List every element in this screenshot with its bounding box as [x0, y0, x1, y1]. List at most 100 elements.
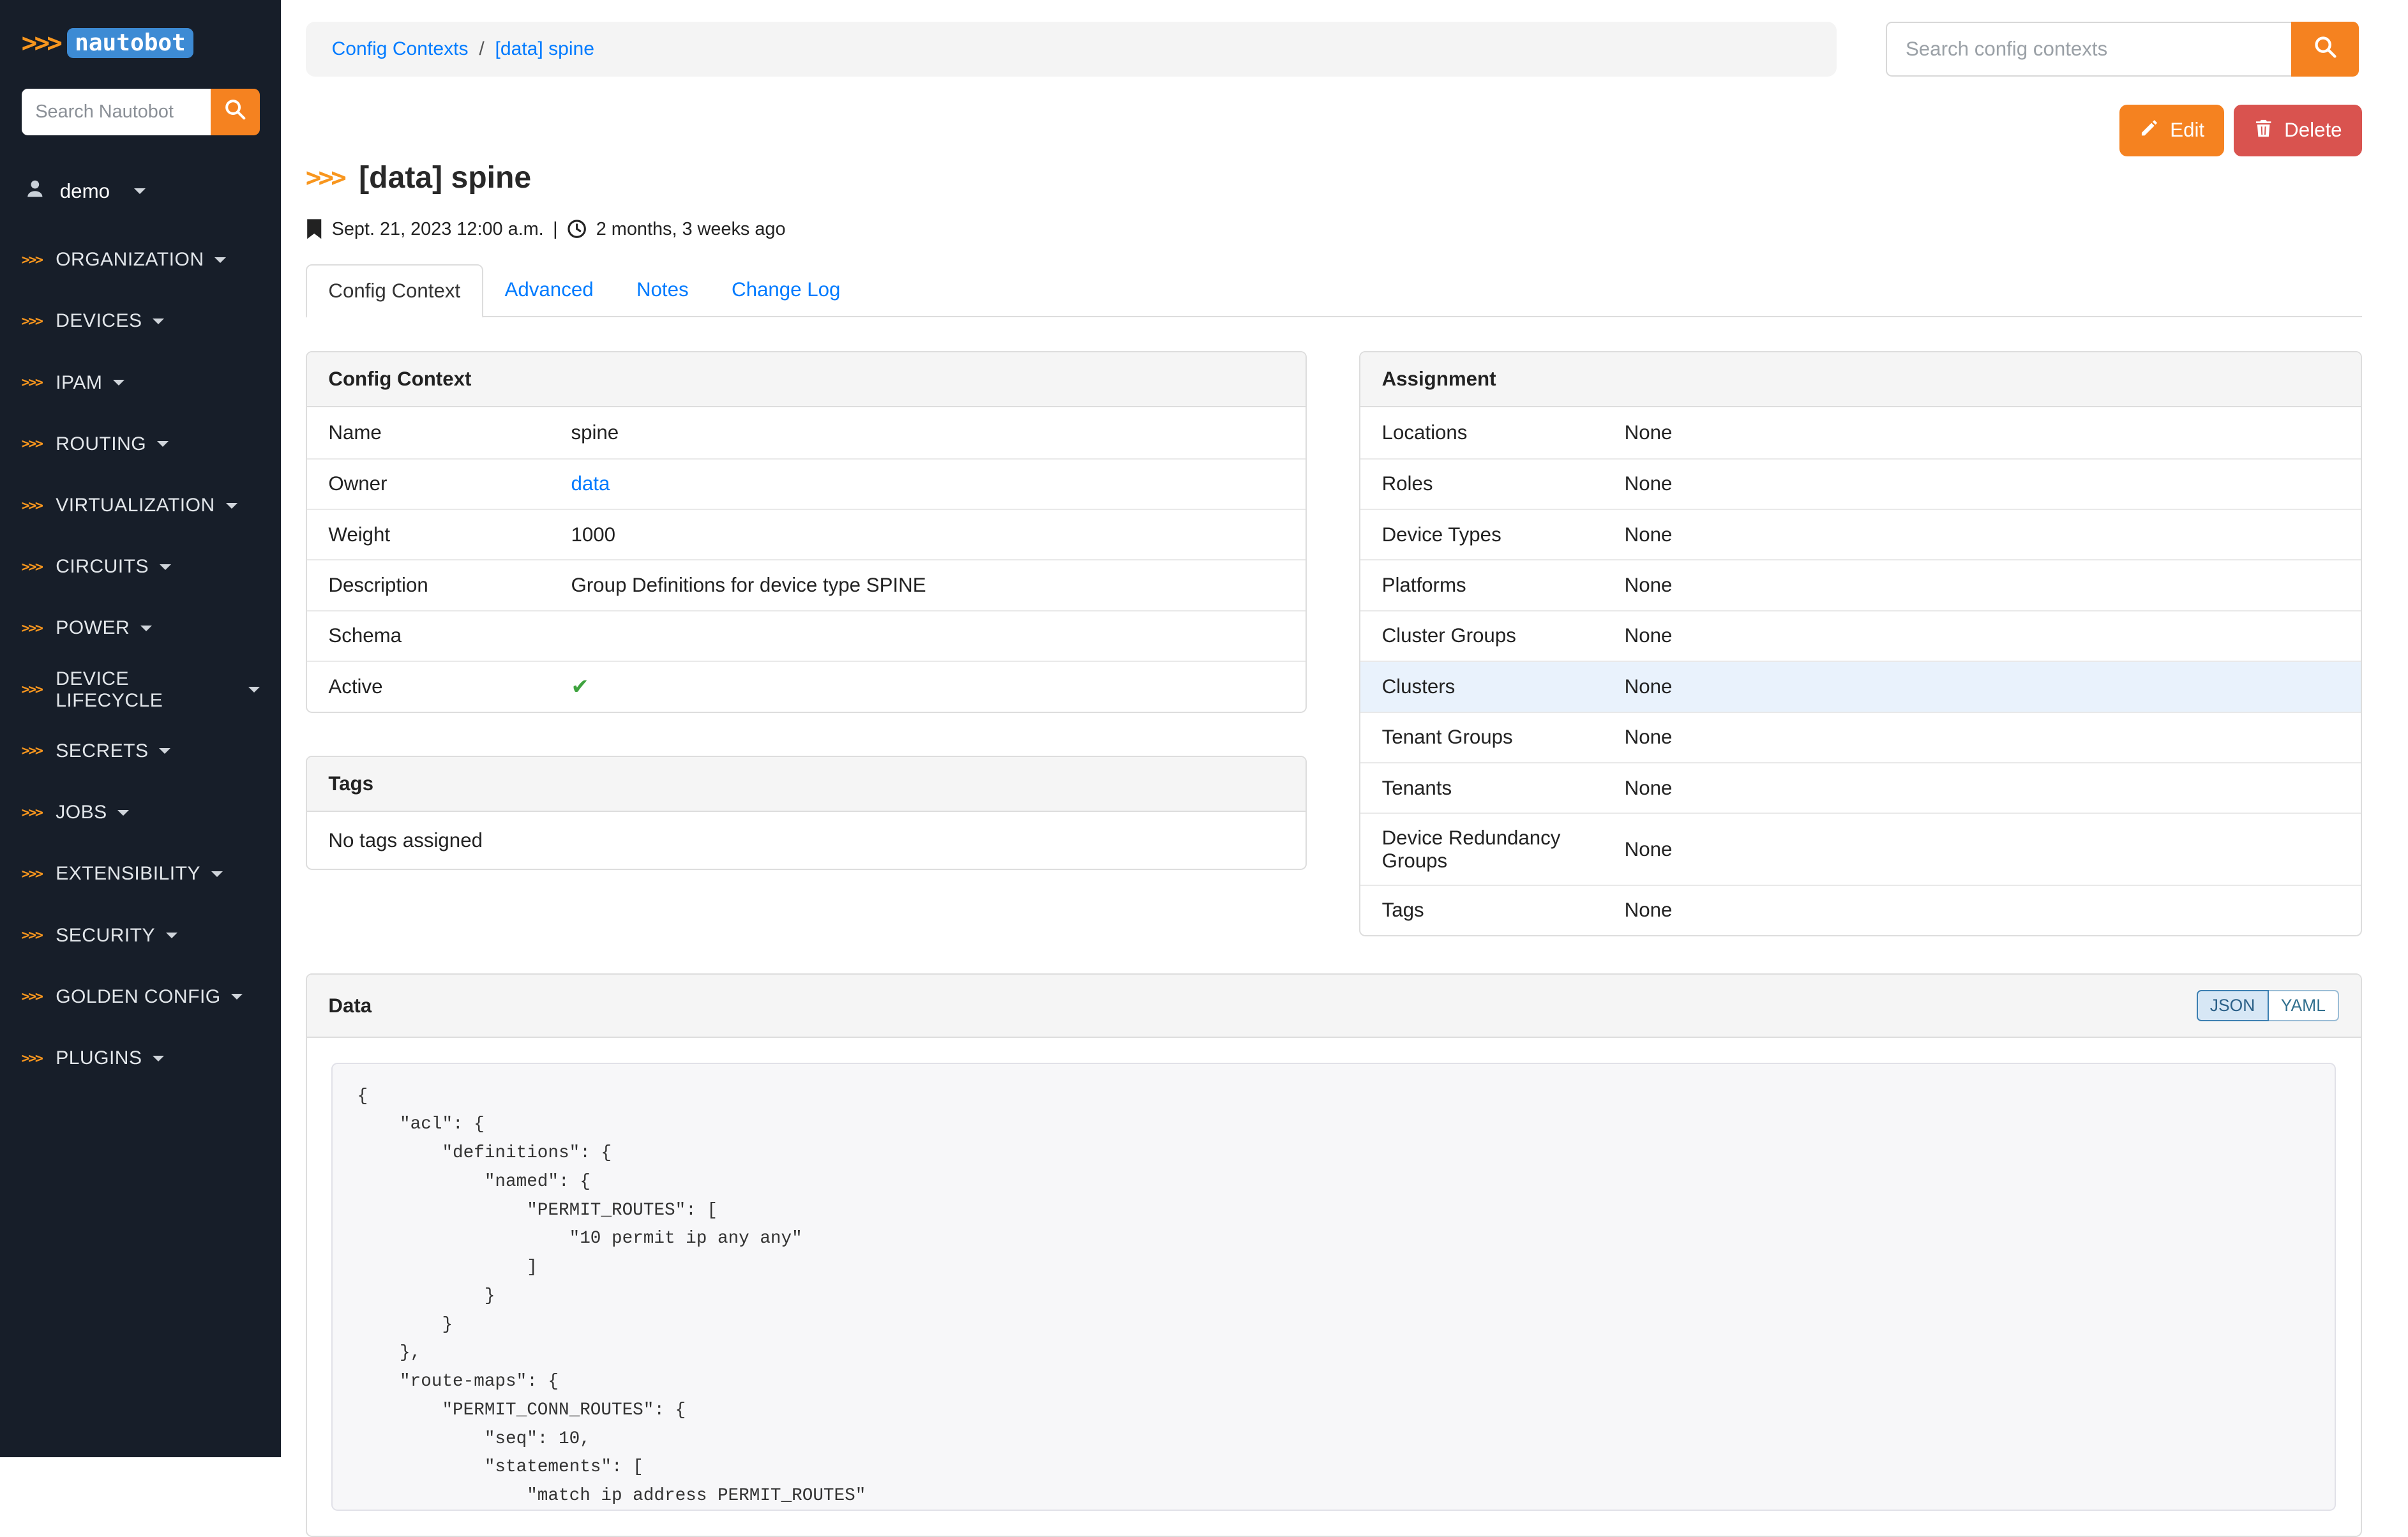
- created-timestamp: Sept. 21, 2023 12:00 a.m.: [332, 219, 544, 240]
- format-json-button[interactable]: JSON: [2197, 990, 2269, 1021]
- row-value: None: [1625, 675, 2339, 698]
- sidebar-item-label: DEVICES: [56, 310, 142, 332]
- sidebar-item-label: ROUTING: [56, 433, 146, 455]
- breadcrumb-separator: /: [479, 38, 484, 60]
- tab-notes[interactable]: Notes: [615, 264, 710, 316]
- meta-separator: |: [553, 219, 558, 240]
- tab-advanced[interactable]: Advanced: [483, 264, 615, 316]
- chevrons-icon: >>>: [22, 682, 42, 698]
- sidebar-item-routing[interactable]: >>> ROUTING: [0, 414, 281, 475]
- chevron-down-icon: [226, 503, 237, 509]
- sidebar-item-jobs[interactable]: >>>JOBS: [0, 782, 281, 843]
- sidebar-search-button[interactable]: [211, 89, 260, 135]
- sidebar-item-label: POWER: [56, 617, 130, 639]
- row-value: None: [1625, 574, 2339, 597]
- table-row-weight: Weight 1000: [307, 509, 1306, 559]
- logo-wordmark: nautobot: [67, 28, 193, 58]
- format-yaml-button[interactable]: YAML: [2269, 990, 2340, 1021]
- chevrons-icon: >>>: [22, 989, 42, 1005]
- row-value: None: [1625, 777, 2339, 800]
- assignment-panel: Assignment LocationsNone RolesNone Devic…: [1359, 351, 2362, 936]
- page-content: >>> [data] spine Sept. 21, 2023 12:00 a.…: [281, 160, 2408, 1537]
- object-meta: Sept. 21, 2023 12:00 a.m. | 2 months, 3 …: [306, 218, 2362, 240]
- object-search-button[interactable]: [2291, 22, 2359, 77]
- bookmark-icon: [306, 218, 322, 240]
- sidebar-item-plugins[interactable]: >>>PLUGINS: [0, 1028, 281, 1089]
- sidebar-item-security[interactable]: >>>SECURITY: [0, 904, 281, 966]
- table-row-description: Description Group Definitions for device…: [307, 559, 1306, 610]
- chevron-down-icon: [211, 871, 223, 877]
- sidebar-item-devices[interactable]: >>>DEVICES: [0, 290, 281, 352]
- sidebar-item-label: ORGANIZATION: [56, 249, 204, 271]
- pencil-icon: [2139, 118, 2159, 143]
- user-icon: [24, 178, 46, 205]
- config-context-panel: Config Context Name spine Owner data Wei…: [306, 351, 1307, 712]
- table-row-device-types: Device TypesNone: [1360, 509, 2361, 559]
- user-name: demo: [60, 180, 110, 203]
- chevrons-icon: >>>: [22, 436, 42, 452]
- object-actions: Edit Delete: [281, 77, 2408, 156]
- sidebar-item-power[interactable]: >>> POWER: [0, 597, 281, 659]
- table-row-name: Name spine: [307, 407, 1306, 458]
- table-row-tenants: TenantsNone: [1360, 762, 2361, 813]
- row-label: Active: [328, 675, 571, 698]
- edit-button[interactable]: Edit: [2119, 105, 2225, 157]
- panel-title: Tags: [328, 772, 373, 795]
- row-value: None: [1625, 899, 2339, 922]
- chevron-down-icon: [231, 994, 243, 1000]
- nautobot-logo[interactable]: >>> nautobot: [0, 0, 281, 77]
- sidebar-nav: >>>ORGANIZATION >>>DEVICES >>>IPAM >>>RO…: [0, 229, 281, 1089]
- chevrons-icon: >>>: [22, 559, 42, 575]
- row-label: Tags: [1382, 899, 1625, 922]
- table-row-cluster-groups: Cluster GroupsNone: [1360, 610, 2361, 661]
- page-title-text: [data] spine: [359, 160, 531, 195]
- delete-button[interactable]: Delete: [2234, 105, 2362, 157]
- sidebar-item-virtualization[interactable]: >>>VIRTUALIZATION: [0, 475, 281, 536]
- chevrons-icon: >>>: [22, 620, 42, 636]
- sidebar-item-label: JOBS: [56, 802, 107, 823]
- panel-header: Config Context: [307, 352, 1306, 407]
- row-label: Tenant Groups: [1382, 726, 1625, 749]
- sidebar-item-device-lifecycle[interactable]: >>> DEVICE LIFECYCLE: [0, 659, 281, 721]
- owner-link[interactable]: data: [571, 472, 610, 495]
- row-value: spine: [571, 421, 1284, 444]
- sidebar-item-organization[interactable]: >>>ORGANIZATION: [0, 229, 281, 290]
- sidebar-item-ipam[interactable]: >>>IPAM: [0, 352, 281, 413]
- right-column: Assignment LocationsNone RolesNone Devic…: [1359, 351, 2362, 936]
- logo-chevrons-icon: >>>: [22, 27, 59, 58]
- breadcrumb-link-current[interactable]: [data] spine: [495, 38, 594, 60]
- sidebar-item-circuits[interactable]: >>>CIRCUITS: [0, 536, 281, 597]
- active-check-icon: ✔: [571, 674, 589, 699]
- chevrons-icon: >>>: [22, 927, 42, 943]
- breadcrumb: Config Contexts / [data] spine: [306, 22, 1837, 77]
- object-search: [1886, 22, 2359, 77]
- chevron-down-icon: [157, 441, 169, 447]
- panel-header: Assignment: [1360, 352, 2361, 407]
- chevrons-icon: >>>: [22, 498, 42, 514]
- sidebar-item-secrets[interactable]: >>>SECRETS: [0, 721, 281, 782]
- sidebar-item-label: EXTENSIBILITY: [56, 863, 200, 885]
- row-value: None: [1625, 838, 2339, 861]
- sidebar-item-label: DEVICE LIFECYCLE: [56, 668, 237, 712]
- tab-bar: Config Context Advanced Notes Change Log: [306, 264, 2362, 317]
- panel-title: Config Context: [328, 368, 471, 391]
- row-value: None: [1625, 472, 2339, 495]
- breadcrumb-link-config-contexts[interactable]: Config Contexts: [332, 38, 469, 60]
- sidebar-search-input[interactable]: [22, 89, 211, 135]
- title-chevrons-icon: >>>: [306, 162, 343, 193]
- top-bar: Config Contexts / [data] spine: [281, 0, 2408, 77]
- user-menu[interactable]: demo: [0, 178, 281, 205]
- sidebar-item-label: SECRETS: [56, 740, 148, 762]
- object-search-input[interactable]: [1886, 22, 2291, 77]
- panel-title: Assignment: [1382, 368, 1496, 391]
- tab-config-context[interactable]: Config Context: [306, 264, 483, 317]
- tab-change-log[interactable]: Change Log: [710, 264, 862, 316]
- sidebar-item-extensibility[interactable]: >>>EXTENSIBILITY: [0, 843, 281, 904]
- sidebar-item-golden-config[interactable]: >>>GOLDEN CONFIG: [0, 966, 281, 1028]
- panel-header: Tags: [307, 757, 1306, 812]
- chevrons-icon: >>>: [22, 1051, 42, 1067]
- chevron-down-icon: [153, 319, 164, 324]
- row-label: Owner: [328, 472, 571, 495]
- table-row-clusters: ClustersNone: [1360, 661, 2361, 711]
- main-area: Config Contexts / [data] spine Edit: [281, 0, 2408, 1457]
